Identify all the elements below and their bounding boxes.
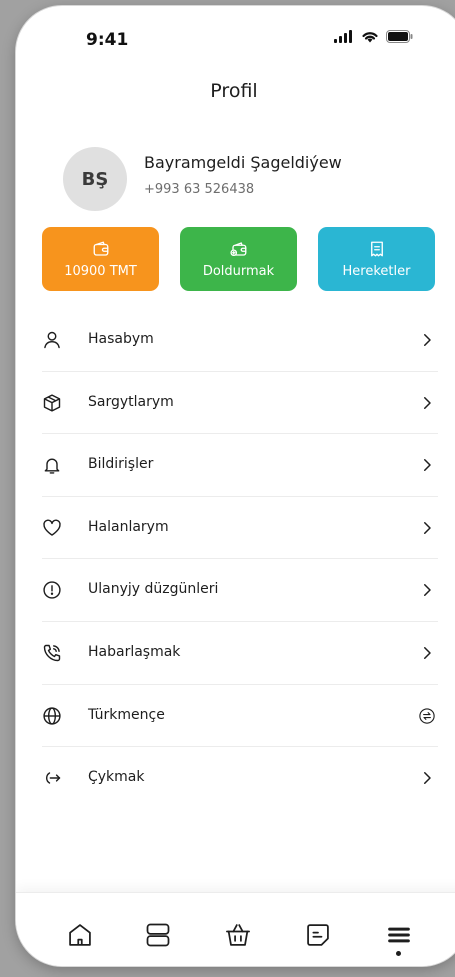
info-icon [43, 581, 61, 599]
menu-label-notifications: Bildirişler [88, 456, 154, 473]
menu-item-logout[interactable]: Çykmak [42, 747, 438, 810]
transactions-label: Hereketler [342, 263, 411, 279]
orders-icon[interactable] [304, 921, 332, 949]
menu-label-account: Hasabym [88, 331, 154, 347]
basket-icon[interactable] [224, 921, 252, 949]
menu-label-favorites: Halanlarym [88, 518, 169, 535]
avatar[interactable]: BŞ [63, 147, 127, 211]
menu-item-favorites[interactable]: Halanlarym [42, 497, 438, 560]
chevron-right-icon [424, 396, 431, 409]
battery-icon [386, 30, 413, 43]
signal-icon [334, 30, 352, 43]
menu-item-notifications[interactable]: Bildirişler [42, 434, 438, 497]
user-phone: +993 63 526438 [144, 182, 255, 197]
receipt-icon [370, 241, 383, 256]
home-icon[interactable] [66, 921, 94, 949]
page-title: Profil [210, 80, 258, 102]
menu-item-terms[interactable]: Ulanyjy düzgünleri [42, 559, 438, 622]
logout-icon [45, 772, 61, 784]
wifi-icon [362, 32, 378, 43]
bell-icon [44, 458, 60, 474]
categories-icon[interactable] [144, 921, 172, 949]
chevron-right-icon [424, 521, 431, 534]
switch-language-icon [419, 707, 435, 724]
transactions-button[interactable]: Hereketler [318, 227, 435, 291]
chevron-right-icon [424, 772, 431, 785]
user-name: Bayramgeldi Şageldiýew [144, 153, 342, 172]
menu-item-language[interactable]: Türkmençe [42, 685, 438, 748]
menu-icon[interactable] [385, 921, 413, 949]
heart-icon [43, 519, 61, 536]
status-time: 9:41 [86, 30, 129, 50]
balance-label: 10900 TMT [64, 263, 137, 279]
active-tab-indicator [396, 951, 401, 956]
menu-label-orders: Sargytlarym [88, 393, 174, 410]
profile-menu: Hasabym Sargytlarym Bildirişler Halanlar… [42, 309, 438, 810]
chevron-right-icon [424, 646, 431, 659]
status-icons [334, 30, 413, 43]
menu-label-logout: Çykmak [88, 769, 145, 786]
phone-screen: 9:41 Profil BŞ Bayramgeldi Şageldiýew +9… [16, 6, 455, 966]
balance-button[interactable]: 10900 TMT [42, 227, 159, 291]
status-bar: 9:41 [16, 6, 455, 66]
top-up-button[interactable]: Doldurmak [180, 227, 297, 291]
phone-call-icon [43, 644, 61, 662]
menu-label-terms: Ulanyjy düzgünleri [88, 581, 219, 598]
menu-item-orders[interactable]: Sargytlarym [42, 372, 438, 435]
chevron-right-icon [424, 459, 431, 472]
wallet-icon [93, 241, 108, 256]
menu-item-account[interactable]: Hasabym [42, 309, 438, 372]
menu-label-contact: Habarlaşmak [88, 643, 181, 660]
top-up-label: Doldurmak [202, 263, 275, 279]
menu-label-language: Türkmençe [88, 706, 165, 723]
wallet-add-icon [229, 241, 246, 256]
globe-icon [43, 706, 61, 725]
bottom-navigation [16, 892, 455, 966]
chevron-right-icon [424, 334, 431, 346]
menu-item-contact[interactable]: Habarlaşmak [42, 622, 438, 685]
box-icon [43, 393, 61, 412]
user-icon [44, 331, 60, 349]
chevron-right-icon [424, 584, 431, 597]
